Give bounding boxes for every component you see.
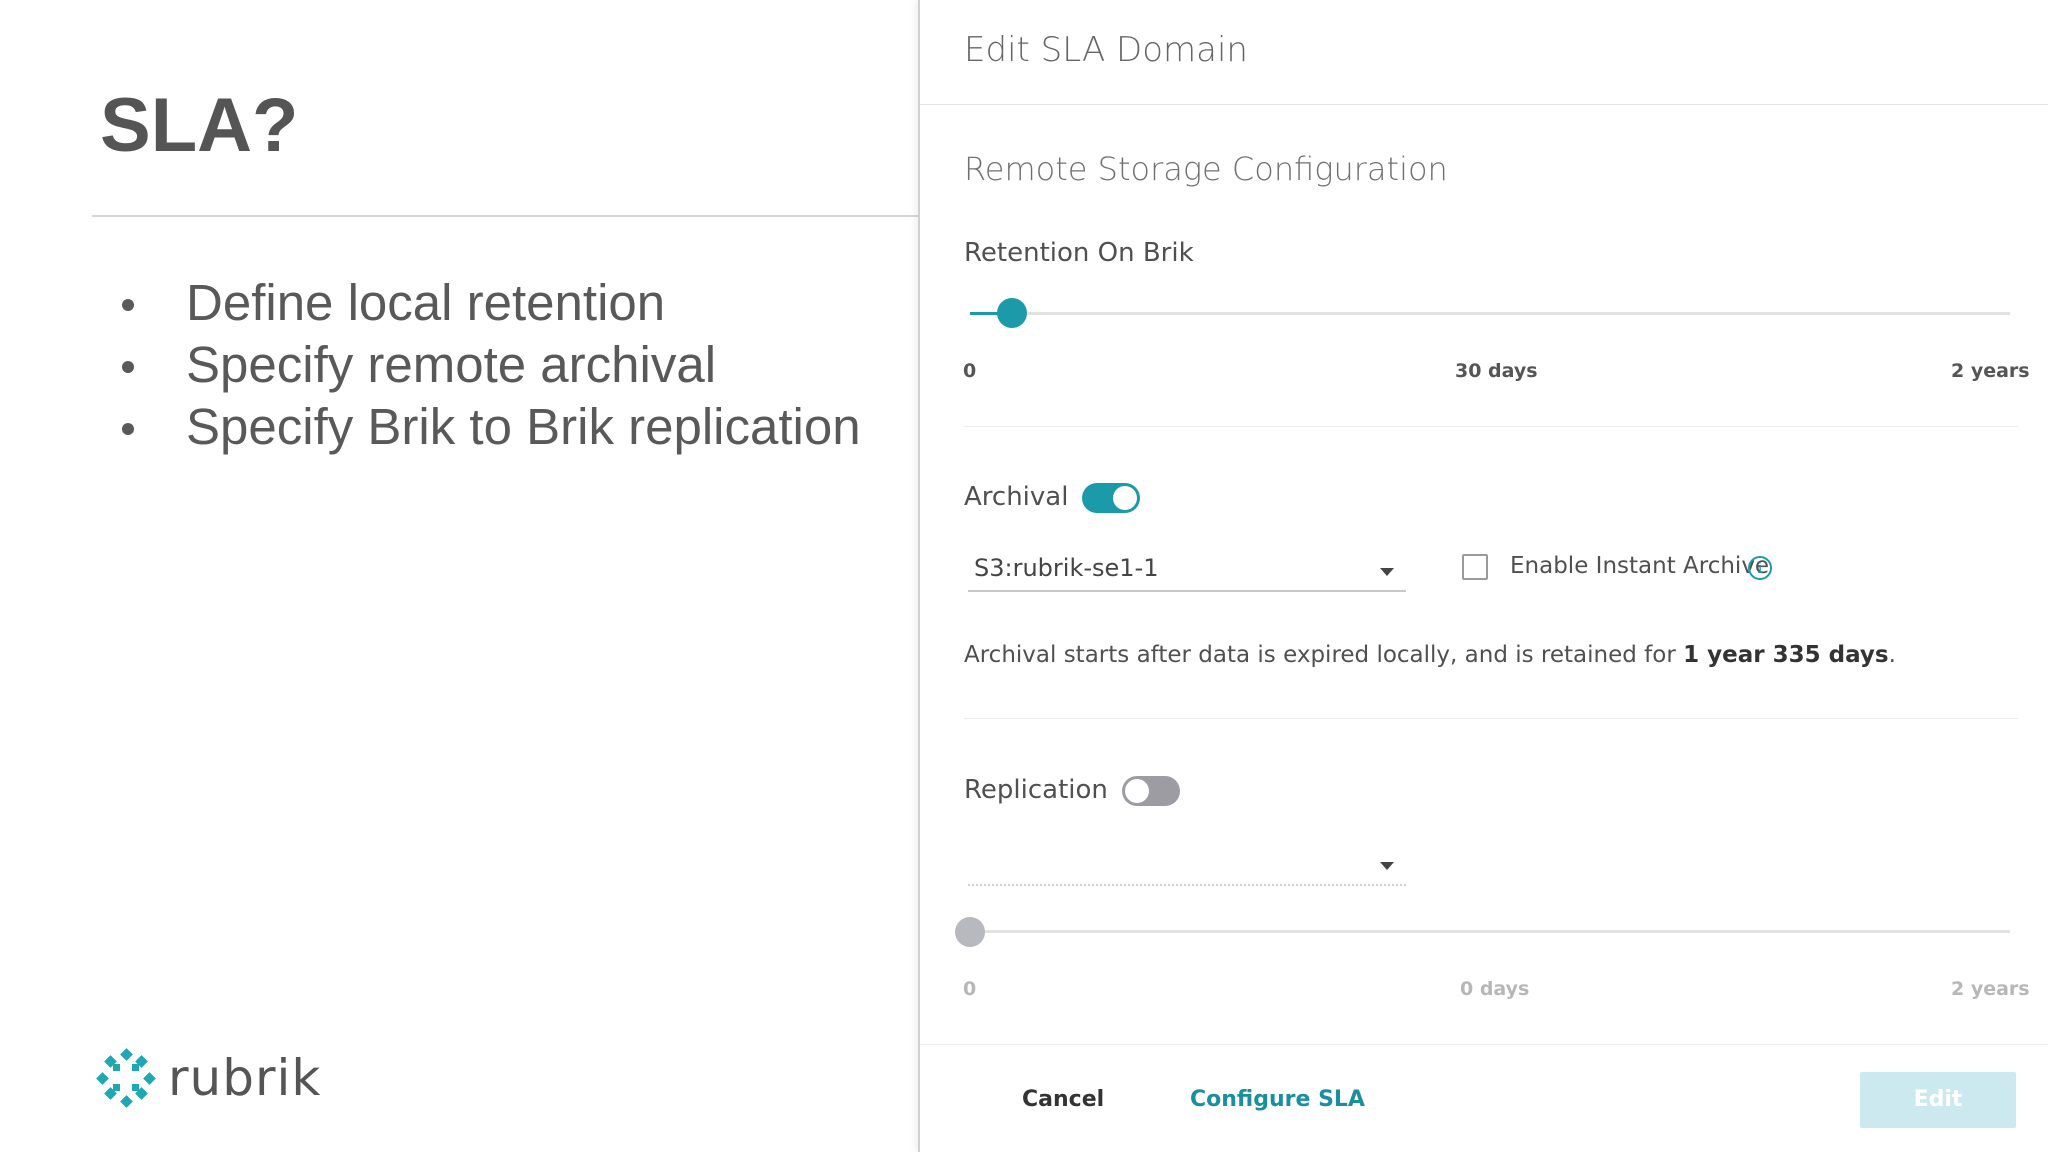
edit-button[interactable]: Edit [1860,1072,2016,1128]
section-divider [964,426,2018,427]
logo-wordmark: rubrik [168,1049,322,1107]
configure-sla-button[interactable]: Configure SLA [1190,1087,1365,1112]
replication-toggle[interactable] [1122,776,1180,806]
replication-target-select[interactable] [968,846,1406,886]
cancel-button[interactable]: Cancel [1022,1087,1104,1112]
replication-slider-handle[interactable] [955,917,985,947]
replication-label: Replication [964,775,1108,805]
retention-tick-min: 0 [963,360,977,382]
instant-archive-checkbox[interactable] [1462,554,1488,580]
bullet-dot [122,361,134,373]
archival-toggle[interactable] [1082,483,1140,513]
bullet-item: Define local retention [118,272,861,334]
summary-suffix: . [1888,642,1896,668]
footer-divider [920,1044,2048,1045]
section-divider [964,718,2018,719]
retention-tick-mid: 30 days [1455,360,1538,382]
edit-sla-dialog: Edit SLA Domain Remote Storage Configura… [918,0,2048,1152]
retention-tick-max: 2 years [1951,360,2030,382]
retention-slider-track[interactable] [970,312,2010,315]
toggle-knob [1113,486,1137,510]
bullet-item: Specify remote archival [118,334,861,396]
bullet-text: Define local retention [186,274,666,331]
slide-bullet-list: Define local retention Specify remote ar… [118,272,861,458]
bullet-text: Specify remote archival [186,336,717,393]
bullet-dot [122,423,134,435]
slide-divider [92,215,918,217]
summary-text: Archival starts after data is expired lo… [964,642,1684,668]
dialog-title: Edit SLA Domain [964,30,1248,70]
bullet-text: Specify Brik to Brik replication [186,398,861,455]
info-icon[interactable]: i [1748,556,1772,580]
bullet-dot [122,299,134,311]
archival-label: Archival [964,482,1069,512]
slide-title: SLA? [100,83,299,168]
summary-retention-value: 1 year 335 days [1683,642,1889,668]
dialog-title-divider [920,104,2048,105]
section-title: Remote Storage Configuration [964,150,1448,188]
replication-tick-max: 2 years [1951,978,2030,1000]
bullet-item: Specify Brik to Brik replication [118,396,861,458]
chevron-down-icon [1380,862,1394,870]
archival-target-value: S3:rubrik-se1-1 [974,554,1159,582]
replication-slider-track[interactable] [970,930,2010,933]
instant-archive-label: Enable Instant Archive [1510,553,1770,579]
replication-tick-min: 0 [963,978,977,1000]
toggle-knob [1125,779,1149,803]
archival-summary: Archival starts after data is expired lo… [964,642,1896,668]
archival-target-select[interactable]: S3:rubrik-se1-1 [968,552,1406,592]
presentation-slide: SLA? Define local retention Specify remo… [0,0,918,1152]
retention-label: Retention On Brik [964,238,1194,268]
replication-tick-mid: 0 days [1460,978,1530,1000]
retention-slider-handle[interactable] [996,298,1027,328]
rubrik-logo-icon [96,1048,156,1108]
rubrik-logo: rubrik [96,1048,321,1108]
chevron-down-icon [1380,568,1394,576]
